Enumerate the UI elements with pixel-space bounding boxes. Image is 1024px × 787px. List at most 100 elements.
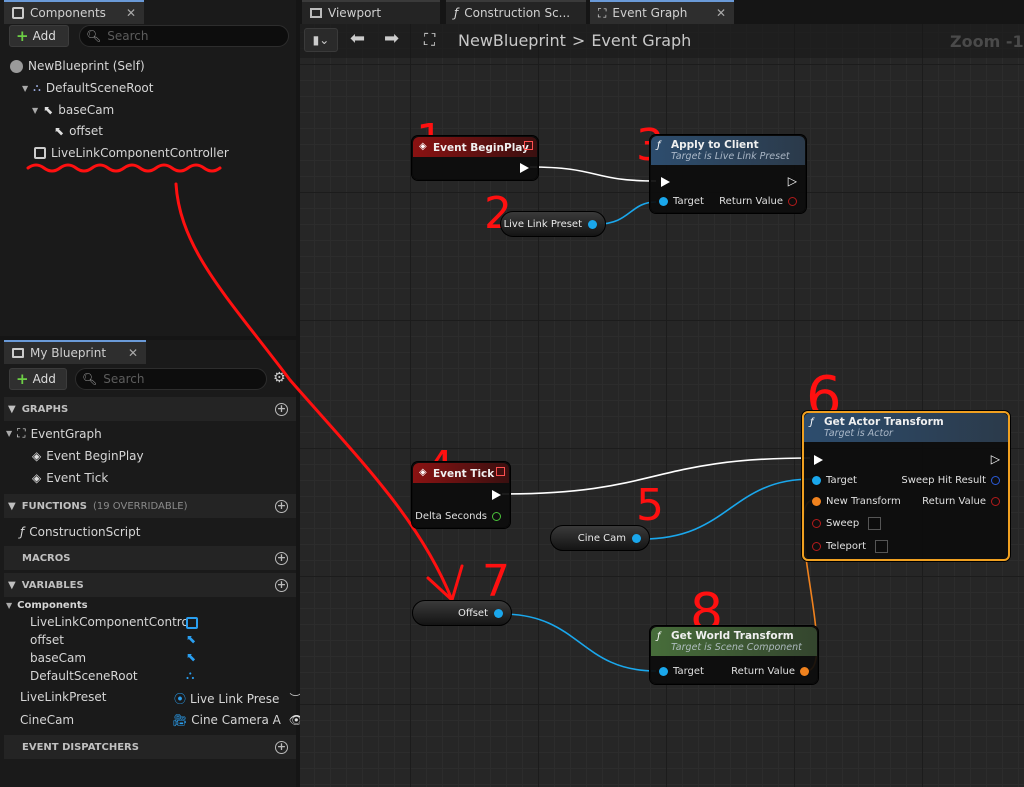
components-search-input[interactable] bbox=[107, 29, 248, 43]
variables-components-group[interactable]: ▼ Components bbox=[6, 600, 88, 611]
tree-item-livelink-controller[interactable]: LiveLinkComponentController bbox=[34, 146, 229, 160]
tree-item-self[interactable]: NewBlueprint (Self) bbox=[10, 59, 145, 73]
breadcrumb-root[interactable]: NewBlueprint bbox=[458, 31, 566, 50]
add-function-icon[interactable]: + bbox=[275, 499, 288, 513]
tab-viewport[interactable]: Viewport bbox=[302, 0, 440, 24]
delegate-pin[interactable] bbox=[524, 141, 533, 150]
my-blueprint-search-input[interactable] bbox=[103, 372, 244, 386]
delegate-pin[interactable] bbox=[496, 467, 505, 476]
tree-item-offset[interactable]: ⬉ offset bbox=[54, 124, 103, 138]
component-icon bbox=[186, 617, 198, 629]
my-blueprint-search[interactable]: 🔍︎ bbox=[75, 368, 267, 390]
pin-target[interactable]: Target bbox=[812, 475, 857, 486]
search-icon: 🔍︎ bbox=[82, 372, 98, 386]
bookmark-button[interactable]: ▮⌄ bbox=[304, 28, 338, 52]
chevron-down-icon: ▼ bbox=[8, 403, 16, 415]
node-header: ◈ Event Tick bbox=[413, 463, 509, 483]
var-default-scene-root[interactable]: DefaultSceneRoot bbox=[30, 669, 138, 683]
node-event-beginplay[interactable]: ◈ Event BeginPlay bbox=[412, 136, 538, 180]
section-graphs[interactable]: ▼ GRAPHS + bbox=[4, 397, 296, 421]
pin-target[interactable]: Target bbox=[659, 196, 704, 207]
forward-arrow-icon[interactable]: ➡ bbox=[384, 28, 399, 49]
close-icon[interactable]: ✕ bbox=[126, 6, 136, 20]
node-get-offset[interactable]: Offset bbox=[412, 600, 512, 626]
pin-sweep[interactable]: Sweep bbox=[812, 517, 882, 530]
exec-in-pin[interactable] bbox=[661, 177, 670, 187]
exec-out-pin[interactable] bbox=[520, 163, 529, 173]
pin-dot bbox=[659, 667, 668, 676]
add-member-button[interactable]: + Add bbox=[9, 368, 67, 390]
scene-root-icon: ⛬ bbox=[33, 81, 41, 94]
var-livelink-controller[interactable]: LiveLinkComponentControlle bbox=[30, 615, 186, 629]
var-type-livelink-preset[interactable]: ⦿ Live Link Prese ︶ bbox=[174, 690, 301, 707]
add-component-button[interactable]: + Add bbox=[9, 25, 69, 47]
tab-components[interactable]: Components ✕ bbox=[4, 0, 144, 24]
node-get-actor-transform[interactable]: ƒ Get Actor Transform Target is Actor ▷ Ta… bbox=[802, 411, 1010, 561]
pin-sweep-hit-result[interactable]: Sweep Hit Result bbox=[901, 475, 1000, 486]
teleport-checkbox[interactable] bbox=[875, 540, 888, 553]
pin-dot[interactable] bbox=[632, 533, 641, 543]
section-event-dispatchers[interactable]: EVENT DISPATCHERS + bbox=[4, 735, 296, 759]
function-icon: ƒ bbox=[810, 417, 814, 428]
add-variable-icon[interactable]: + bbox=[275, 578, 288, 592]
node-event-tick[interactable]: ◈ Event Tick Delta Seconds bbox=[412, 462, 510, 528]
add-dispatcher-icon[interactable]: + bbox=[275, 740, 288, 754]
tab-event-graph[interactable]: ⛶ Event Graph ✕ bbox=[590, 0, 734, 24]
var-type-cinecam[interactable]: 🎥︎ Cine Camera A 👁︎ bbox=[172, 713, 304, 727]
tab-my-blueprint[interactable]: My Blueprint ✕ bbox=[4, 340, 146, 364]
pin-return-value[interactable]: Return Value bbox=[719, 196, 797, 207]
pin-return-value[interactable]: Return Value bbox=[731, 666, 809, 677]
node-get-livelink-preset[interactable]: Live Link Preset bbox=[500, 211, 606, 237]
pin-dot[interactable] bbox=[494, 608, 503, 618]
my-blueprint-panel: My Blueprint ✕ + Add 🔍︎ ⚙ ▼ GRAPHS + ▼ ⛶… bbox=[0, 340, 304, 787]
components-icon bbox=[12, 7, 24, 19]
book-icon bbox=[12, 348, 24, 358]
node-get-world-transform[interactable]: ƒ Get World Transform Target is Scene Comp… bbox=[650, 626, 818, 684]
node-header: ƒ Get Actor Transform Target is Actor bbox=[804, 413, 1008, 442]
components-search[interactable]: 🔍︎ bbox=[79, 25, 289, 47]
exec-out-pin[interactable]: ▷ bbox=[991, 452, 1000, 466]
graph-item-eventgraph[interactable]: ▼ ⛶ EventGraph bbox=[6, 426, 102, 441]
function-item-construction[interactable]: ƒ ConstructionScript bbox=[20, 525, 140, 539]
node-apply-to-client[interactable]: ƒ Apply to Client Target is Live Link Pres… bbox=[650, 135, 806, 213]
pin-dot bbox=[812, 476, 821, 485]
tab-construction-script[interactable]: ƒ Construction Sc... bbox=[446, 0, 586, 24]
tree-item-basecam[interactable]: ▼ ⬉ baseCam bbox=[32, 103, 114, 117]
tree-item-default-scene-root[interactable]: ▼ ⛬ DefaultSceneRoot bbox=[22, 81, 153, 95]
gear-icon[interactable]: ⚙ bbox=[273, 370, 286, 386]
pin-target[interactable]: Target bbox=[659, 666, 704, 677]
section-variables[interactable]: ▼ VARIABLES + bbox=[4, 573, 296, 597]
graph-item-event-tick[interactable]: ◈ Event Tick bbox=[32, 471, 108, 485]
pin-new-transform[interactable]: New Transform bbox=[812, 496, 901, 507]
viewport-icon bbox=[310, 8, 322, 18]
pin-dot bbox=[788, 197, 797, 206]
pin-dot[interactable] bbox=[588, 219, 597, 229]
add-graph-icon[interactable]: + bbox=[275, 402, 288, 416]
pin-teleport[interactable]: Teleport bbox=[812, 540, 888, 553]
close-icon[interactable]: ✕ bbox=[716, 6, 726, 20]
pin-delta-seconds[interactable]: Delta Seconds bbox=[415, 511, 501, 522]
section-functions[interactable]: ▼ FUNCTIONS (19 OVERRIDABLE) + bbox=[4, 494, 296, 518]
var-basecam[interactable]: baseCam bbox=[30, 651, 86, 665]
exec-out-pin[interactable] bbox=[492, 490, 501, 500]
arrow-component-icon: ⬉ bbox=[54, 124, 65, 138]
sweep-checkbox[interactable] bbox=[868, 517, 882, 530]
components-panel: Components ✕ + Add 🔍︎ NewBlueprint (Self… bbox=[0, 0, 296, 336]
close-icon[interactable]: ✕ bbox=[128, 346, 138, 360]
exec-out-pin[interactable]: ▷ bbox=[788, 174, 797, 188]
section-macros[interactable]: MACROS + bbox=[4, 546, 296, 570]
back-arrow-icon[interactable]: ⬅ bbox=[350, 28, 365, 49]
graph-icon: ⛶ bbox=[17, 426, 26, 440]
var-offset[interactable]: offset bbox=[30, 633, 64, 647]
var-cinecam[interactable]: CineCam bbox=[20, 713, 74, 727]
exec-in-pin[interactable] bbox=[814, 455, 823, 465]
pin-return-value[interactable]: Return Value bbox=[922, 496, 1000, 507]
node-get-cinecam[interactable]: Cine Cam bbox=[550, 525, 650, 551]
livelink-icon: ⦿ bbox=[174, 692, 187, 706]
graph-item-event-beginplay[interactable]: ◈ Event BeginPlay bbox=[32, 449, 144, 463]
arrow-component-icon: ⬉ bbox=[186, 650, 197, 664]
graph-icon: ⛶ bbox=[598, 5, 607, 20]
var-livelink-preset[interactable]: LiveLinkPreset bbox=[20, 690, 107, 704]
chevron-down-icon: ▼ bbox=[8, 500, 16, 512]
add-macro-icon[interactable]: + bbox=[275, 551, 288, 565]
